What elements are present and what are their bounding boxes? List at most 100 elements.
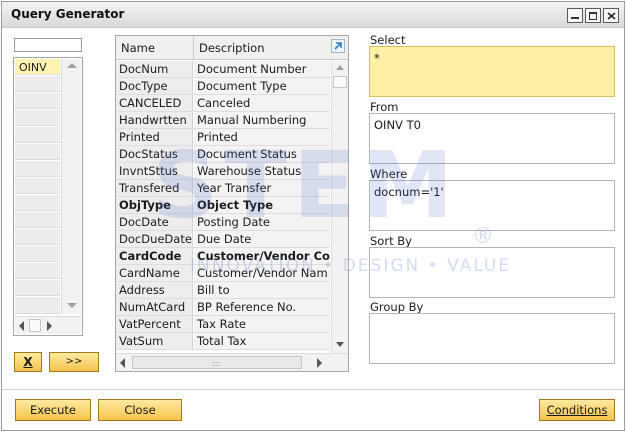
from-field[interactable]: OINV T0 [369,113,615,164]
remove-button[interactable]: X [14,352,42,372]
field-row[interactable]: CANCELED Canceled [116,95,330,112]
field-description-cell[interactable]: Canceled [194,95,330,111]
field-name-cell[interactable]: CardCode [116,248,193,264]
field-description-cell[interactable]: Document Type [194,78,330,94]
field-row[interactable]: VatPercent Tax Rate [116,316,330,333]
where-field[interactable]: docnum='1' [369,180,615,231]
minimize-icon[interactable] [567,8,583,23]
column-header-name[interactable]: Name [121,41,155,55]
column-header-description[interactable]: Description [199,41,265,55]
field-description: Year Transfer [197,181,272,195]
expand-arrow-icon[interactable] [331,39,345,53]
from-value: OINV T0 [374,118,421,132]
table-empty-row [15,246,60,262]
field-name-cell[interactable]: VatPercent [116,316,193,332]
field-description: Bill to [197,283,230,297]
field-description-cell[interactable]: Printed [194,129,330,145]
close-icon[interactable] [603,8,619,23]
field-name-cell[interactable]: DocDate [116,214,193,230]
add-field-button[interactable]: >> [49,352,99,372]
field-description-cell[interactable]: Object Type [194,197,330,213]
field-name-cell[interactable]: ObjType [116,197,193,213]
maximize-icon[interactable] [585,8,601,23]
field-name: VatSum [119,334,164,348]
field-row[interactable]: DocNum Document Number [116,61,330,78]
scroll-thumb[interactable] [333,76,347,88]
field-name-cell[interactable]: Transfered [116,180,193,196]
field-name-cell[interactable]: DocType [116,78,193,94]
field-row[interactable]: DocDueDate Due Date [116,231,330,248]
field-description-cell[interactable]: Bill to [194,282,330,298]
scroll-right-icon[interactable] [47,321,52,331]
field-name-cell[interactable]: DocNum [116,61,193,77]
table-item[interactable]: OINV [15,59,60,75]
sort-by-field[interactable] [369,247,615,298]
field-description-cell[interactable]: Customer/Vendor Code [194,248,330,264]
table-search-input[interactable] [14,38,82,52]
field-name-cell[interactable]: Handwrtten [116,112,193,128]
grid-vertical-scrollbar[interactable] [331,61,348,353]
close-button[interactable]: Close [98,399,182,421]
scroll-thumb[interactable]: ::: [132,356,302,369]
table-empty-row [15,110,60,126]
field-row[interactable]: DocStatus Document Status [116,146,330,163]
scroll-down-icon[interactable] [67,303,77,308]
field-description: Document Type [197,79,287,93]
field-description-cell[interactable]: BP Reference No. [194,299,330,315]
field-row[interactable]: DocType Document Type [116,78,330,95]
field-description-cell[interactable]: Posting Date [194,214,330,230]
field-name-cell[interactable]: CANCELED [116,95,193,111]
conditions-button[interactable]: Conditions [539,399,615,421]
query-generator-window: Query Generator OINV Name Description Do… [1,1,625,431]
field-description: Document Status [197,147,297,161]
field-name-cell[interactable]: NumAtCard [116,299,193,315]
select-field[interactable]: * [369,46,615,97]
field-row[interactable]: CardName Customer/Vendor Nam [116,265,330,282]
field-description-cell[interactable]: Year Transfer [194,180,330,196]
field-name-cell[interactable]: CardName [116,265,193,281]
scroll-right-icon[interactable] [317,358,322,368]
scroll-thumb[interactable] [29,319,41,332]
field-name: CardCode [119,249,182,263]
execute-button[interactable]: Execute [15,399,91,421]
table-list-vertical-scrollbar[interactable] [61,59,81,314]
field-row[interactable]: InvntSttus Warehouse Status [116,163,330,180]
field-name-cell[interactable]: InvntSttus [116,163,193,179]
field-row[interactable]: Handwrtten Manual Numbering [116,112,330,129]
field-name-cell[interactable]: Address [116,282,193,298]
field-description-cell[interactable]: Due Date [194,231,330,247]
field-row[interactable]: DocDate Posting Date [116,214,330,231]
field-row[interactable]: ObjType Object Type [116,197,330,214]
table-list-horizontal-scrollbar[interactable] [15,316,81,334]
scroll-left-icon[interactable] [120,358,125,368]
scroll-up-icon[interactable] [67,63,77,68]
table-empty-row [15,263,60,279]
field-description-cell[interactable]: Customer/Vendor Nam [194,265,330,281]
field-row[interactable]: Transfered Year Transfer [116,180,330,197]
field-name: Handwrtten [119,113,187,127]
footer-divider [2,389,624,390]
field-description-cell[interactable]: Document Number [194,61,330,77]
field-description-cell[interactable]: Manual Numbering [194,112,330,128]
field-description-cell[interactable]: Warehouse Status [194,163,330,179]
field-row[interactable]: CardCode Customer/Vendor Code [116,248,330,265]
field-name-cell[interactable]: DocDueDate [116,231,193,247]
where-value: docnum='1' [374,185,444,199]
group-by-field[interactable] [369,313,615,364]
scroll-up-icon[interactable] [336,65,344,70]
grid-horizontal-scrollbar[interactable]: ::: [116,353,348,371]
field-description-cell[interactable]: Tax Rate [194,316,330,332]
field-row[interactable]: NumAtCard BP Reference No. [116,299,330,316]
field-row[interactable]: Printed Printed [116,129,330,146]
field-row[interactable]: Address Bill to [116,282,330,299]
scroll-down-icon[interactable] [336,342,344,347]
field-name-cell[interactable]: DocStatus [116,146,193,162]
scroll-left-icon[interactable] [19,321,24,331]
field-name-cell[interactable]: Printed [116,129,193,145]
fields-grid: Name Description DocNum Document Number Do… [115,35,349,372]
field-description-cell[interactable]: Document Status [194,146,330,162]
field-row[interactable]: VatSum Total Tax [116,333,330,350]
field-description-cell[interactable]: Total Tax [194,333,330,349]
field-name-cell[interactable]: VatSum [116,333,193,349]
table-empty-row [15,93,60,109]
